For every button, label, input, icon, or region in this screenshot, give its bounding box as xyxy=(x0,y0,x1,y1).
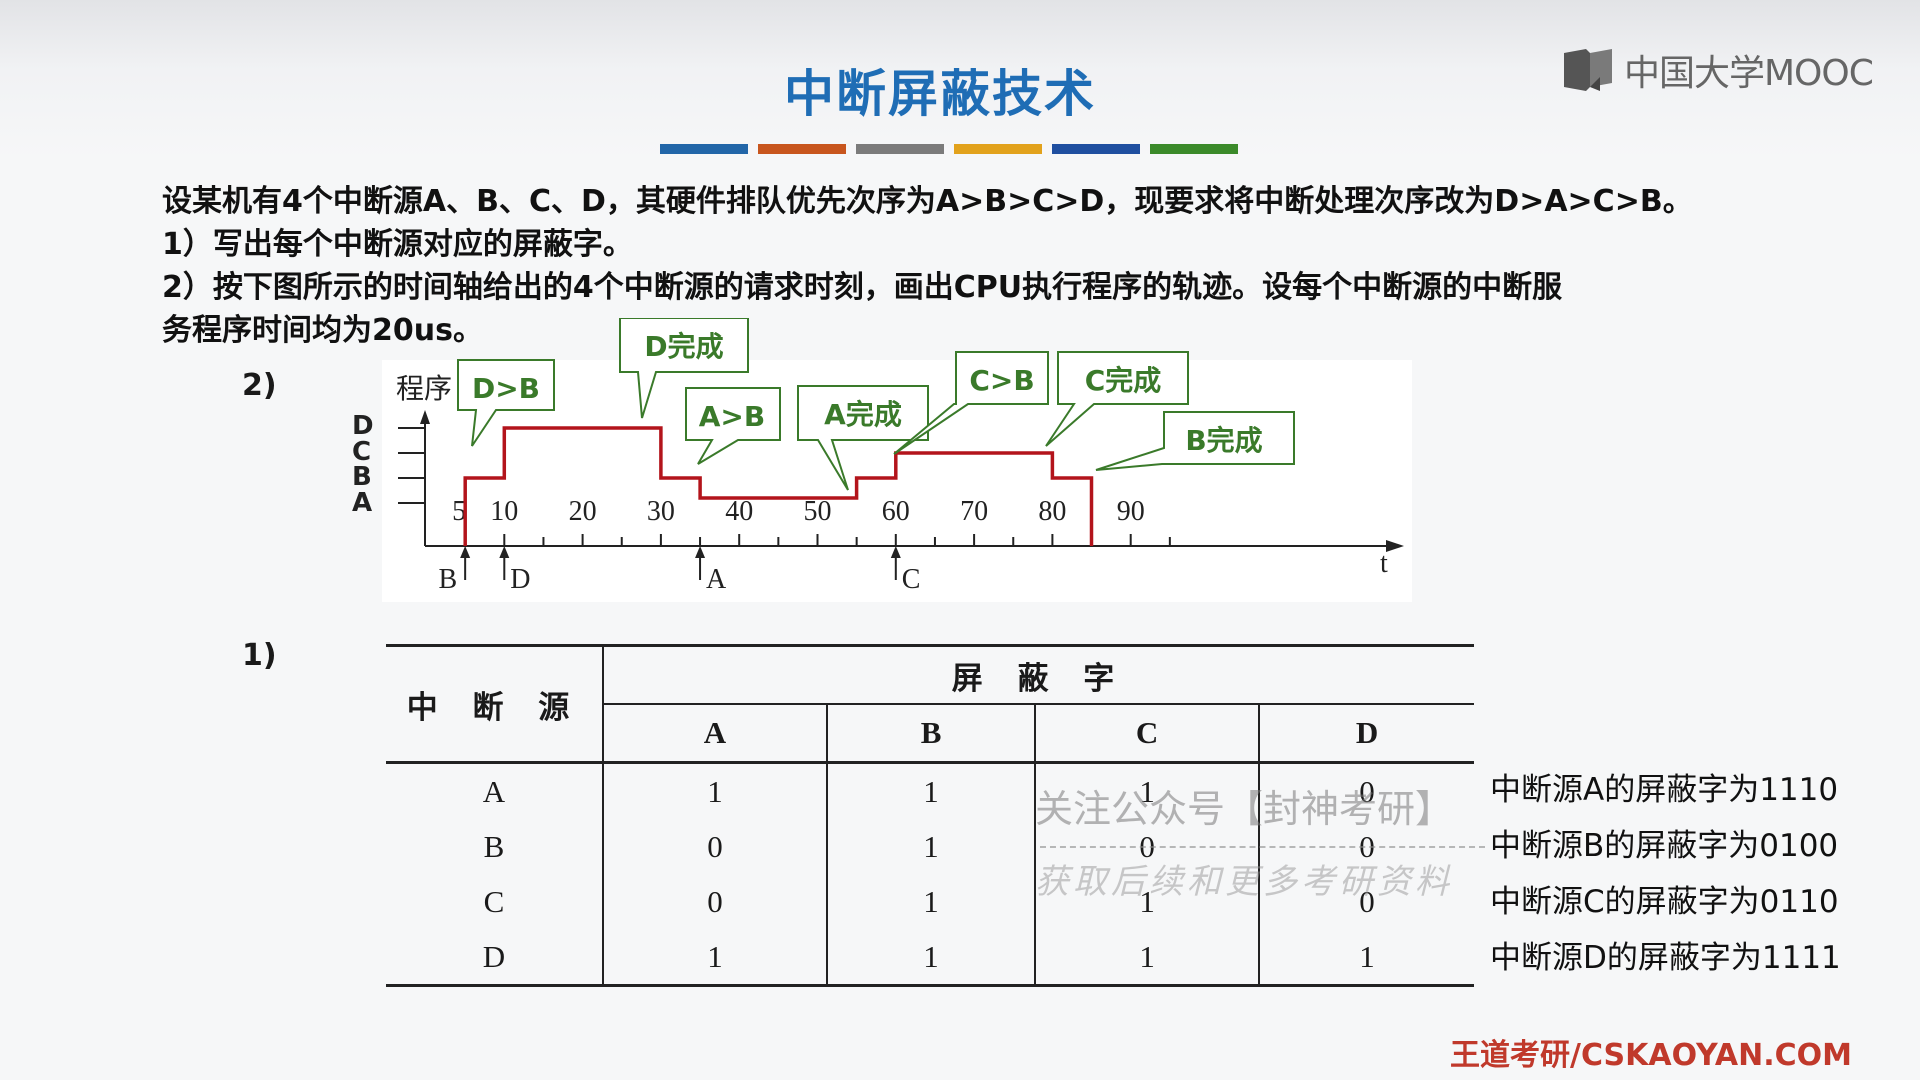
footer-brand: 王道考研/CSKAOYAN.COM xyxy=(1450,1038,1852,1073)
mask-bit: 1 xyxy=(825,874,1036,929)
logo-text: 中国大学MOOC xyxy=(1624,53,1874,94)
column-header-a: A xyxy=(602,703,827,763)
callout-c-gt-b-text: C>B xyxy=(969,364,1034,397)
result-item: 中断源A的屏蔽字为1110 xyxy=(1490,772,1839,808)
result-item: 中断源D的屏蔽字为1111 xyxy=(1490,940,1841,976)
question-2-line-1: 2）按下图所示的时间轴给出的4个中断源的请求时刻，画出CPU执行程序的轨迹。设每… xyxy=(162,270,1563,305)
accent-color-segment xyxy=(954,144,1042,154)
callout-b-done-text: B完成 xyxy=(1185,424,1262,457)
source-column-header: 中 断 源 xyxy=(386,644,603,763)
callout-d-gt-b-text: D>B xyxy=(472,372,540,405)
request-label: C xyxy=(902,564,921,595)
request-label: A xyxy=(706,564,727,595)
tick-label: 70 xyxy=(960,496,988,527)
row-source: A xyxy=(386,761,603,819)
program-axis-label: 程序 xyxy=(396,373,452,405)
accent-color-segment xyxy=(660,144,748,154)
accent-color-segment xyxy=(1052,144,1140,154)
book-icon xyxy=(1564,49,1612,91)
callout-a-done-text: A完成 xyxy=(824,398,902,431)
accent-color-bar xyxy=(660,144,1238,154)
callout-d-done-text: D完成 xyxy=(644,330,723,363)
result-item: 中断源C的屏蔽字为0110 xyxy=(1490,884,1839,920)
row-source: D xyxy=(386,929,603,987)
tick-label: 90 xyxy=(1117,496,1145,527)
mask-bit: 1 xyxy=(602,761,827,819)
tick-label: 30 xyxy=(647,496,675,527)
mooc-logo: 中国大学MOOC xyxy=(1560,44,1874,96)
mask-bit: 0 xyxy=(602,874,827,929)
mask-column-header: 屏 蔽 字 xyxy=(602,644,1474,704)
cpu-trace-diagram: 程序 t D C B A 5 10 20 30 40 50 60 70 80 90 BDAC D>… xyxy=(352,318,1412,602)
tick-label: 50 xyxy=(804,496,832,527)
column-header-c: C xyxy=(1034,703,1260,763)
tick-label: 40 xyxy=(725,496,753,527)
watermark-line-1: 关注公众号【封神考研】 xyxy=(1035,787,1454,831)
request-label: D xyxy=(510,564,530,595)
request-label: B xyxy=(438,564,457,595)
tick-label: 60 xyxy=(882,496,910,527)
callout-c-done-text: C完成 xyxy=(1085,364,1162,397)
mask-bit: 1 xyxy=(825,761,1036,819)
column-header-d: D xyxy=(1258,703,1474,763)
accent-color-segment xyxy=(856,144,944,154)
mask-results-list: 中断源A的屏蔽字为1110 中断源B的屏蔽字为0100 中断源C的屏蔽字为011… xyxy=(1490,762,1841,986)
tick-label: 10 xyxy=(490,496,518,527)
mask-bit: 1 xyxy=(825,819,1036,874)
row-source: C xyxy=(483,883,505,919)
section-label-part1: 1) xyxy=(242,638,277,673)
watermark-line-2: 获取后续和更多考研资料 xyxy=(1035,862,1453,902)
time-axis-label: t xyxy=(1380,548,1388,579)
mask-bit: 1 xyxy=(1034,929,1260,987)
question-1: 1）写出每个中断源对应的屏蔽字。 xyxy=(162,227,633,262)
tick-label: 80 xyxy=(1038,496,1066,527)
callout-a-gt-b-text: A>B xyxy=(699,400,765,433)
mask-bit: 1 xyxy=(602,929,827,987)
mask-bit: 0 xyxy=(602,819,827,874)
section-label-part2: 2) xyxy=(242,368,277,403)
result-item: 中断源B的屏蔽字为0100 xyxy=(1490,828,1839,864)
level-label-a: A xyxy=(352,488,372,518)
accent-color-segment xyxy=(758,144,846,154)
table-row: D 1 1 1 1 xyxy=(386,929,1474,987)
mask-bit: 1 xyxy=(1258,929,1474,987)
accent-color-segment xyxy=(1150,144,1238,154)
row-source: B xyxy=(483,828,505,864)
column-header-b: B xyxy=(825,703,1036,763)
watermark-divider xyxy=(1040,846,1485,848)
mask-bit: 1 xyxy=(825,929,1036,987)
tick-label: 20 xyxy=(569,496,597,527)
problem-intro: 设某机有4个中断源A、B、C、D，其硬件排队优先次序为A>B>C>D，现要求将中… xyxy=(162,184,1693,219)
